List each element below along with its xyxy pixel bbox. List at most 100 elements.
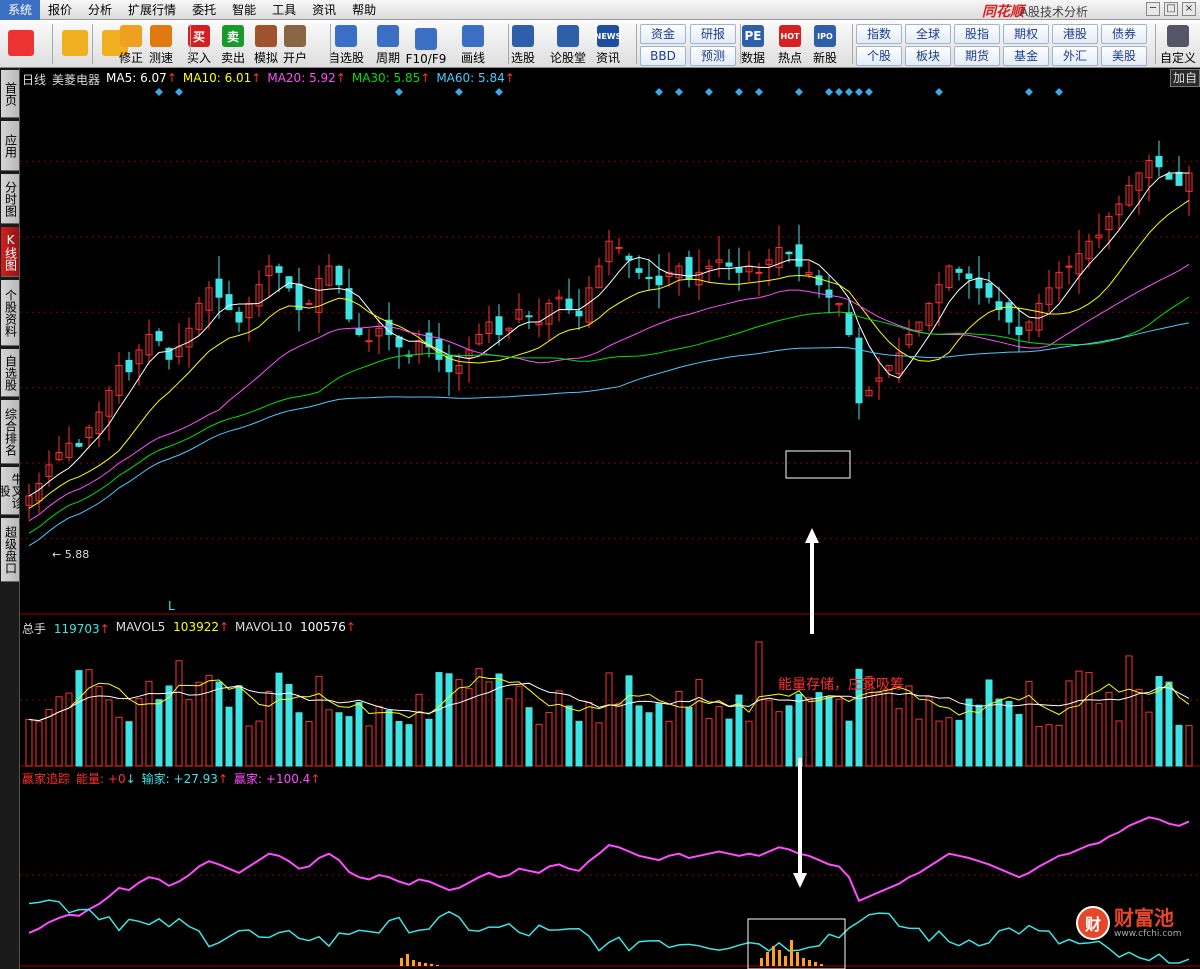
volume-bar [925, 696, 933, 767]
toolbar-custom-button[interactable]: 自定义 [1158, 22, 1198, 66]
mavol-line-10 [28, 682, 1190, 722]
minimize-icon[interactable]: ─ [1146, 2, 1160, 16]
quick-button-1[interactable]: 研报 [690, 24, 736, 44]
quick-button-0[interactable]: 资金 [640, 24, 686, 44]
add-button[interactable]: 加自 [1169, 69, 1200, 87]
kline-chart[interactable] [20, 68, 1200, 969]
toolbar-lock-button[interactable]: 开户 [280, 22, 310, 66]
energy-bar [814, 962, 817, 966]
toolbar-news-button[interactable]: NEWS 资讯 [586, 22, 630, 66]
volume-bar [375, 705, 383, 767]
market-button-8[interactable]: 期货 [954, 46, 1000, 66]
energy-bar [778, 950, 781, 966]
app-logo-icon[interactable] [6, 22, 36, 66]
quick-button-3[interactable]: 预测 [690, 46, 736, 66]
market-button-10[interactable]: 外汇 [1052, 46, 1098, 66]
menu-item-1[interactable]: 报价 [40, 0, 80, 20]
volume-bar [685, 706, 693, 767]
menu-item-4[interactable]: 委托 [184, 0, 224, 20]
sidebar-tab-1[interactable]: 应用 [1, 121, 19, 171]
volume-bar [995, 698, 1003, 767]
close-icon[interactable]: × [1182, 2, 1196, 16]
quick-button-2[interactable]: BBD [640, 46, 686, 66]
ma-value: 5.92 [309, 71, 336, 85]
sidebar-tab-2[interactable]: 分时图 [1, 174, 19, 224]
volume-bar [595, 722, 603, 767]
volume-bar [1035, 725, 1043, 767]
menu-item-6[interactable]: 工具 [264, 0, 304, 20]
toolbar-refresh-button[interactable]: 修正 [116, 22, 146, 66]
volume-legend-2: MAVOL10: 100576↑ [235, 620, 356, 634]
toolbar-forum-button[interactable]: 论股堂 [546, 22, 590, 66]
watermark-text: 财富池 www.cfchi.com [1114, 907, 1181, 939]
volume-bar [725, 718, 733, 767]
low-marker: L [168, 599, 175, 613]
market-button-1[interactable]: 全球 [905, 24, 951, 44]
market-button-4[interactable]: 港股 [1052, 24, 1098, 44]
market-button-3[interactable]: 期权 [1003, 24, 1049, 44]
toolbar-separator [190, 24, 191, 64]
market-button-0[interactable]: 指数 [856, 24, 902, 44]
menu-item-5[interactable]: 智能 [224, 0, 264, 20]
market-button-6[interactable]: 个股 [856, 46, 902, 66]
volume-bar [675, 690, 683, 767]
toolbar-label: 数据 [740, 51, 765, 65]
volume-legend: 总手: 119703↑ MAVOL5: 103922↑ MAVOL10: 10057… [22, 620, 356, 637]
sidebar-tab-5[interactable]: 自选股 [1, 349, 19, 397]
menu-item-0[interactable]: 系统 [0, 0, 41, 20]
ma-legend-ma20: MA20: 5.92↑ [267, 71, 346, 85]
toolbar-pencil-button[interactable]: 画线 [451, 22, 495, 66]
toolbar-separator [740, 24, 741, 64]
volume-bar [305, 721, 313, 767]
market-button-9[interactable]: 基金 [1003, 46, 1049, 66]
volume-bar [445, 673, 453, 767]
market-button-11[interactable]: 美股 [1101, 46, 1147, 66]
candle-body [345, 288, 353, 320]
toolbar-buy-button[interactable]: 买买入 [184, 22, 214, 66]
market-button-2[interactable]: 股指 [954, 24, 1000, 44]
sidebar-tab-6[interactable]: 综合排名 [1, 400, 19, 464]
sidebar-tab-0[interactable]: 首页 [1, 70, 19, 118]
toolbar-sell-button[interactable]: 卖卖出 [218, 22, 248, 66]
volume-bar [625, 675, 633, 767]
toolbar-label: 自选股 [327, 51, 364, 65]
back-arrow-icon[interactable] [60, 22, 90, 66]
candle-body [815, 275, 823, 286]
toolbar-ipo-button[interactable]: IPO 新股 [803, 22, 847, 66]
market-button-7[interactable]: 板块 [905, 46, 951, 66]
volume-bar [955, 719, 963, 767]
sidebar-tab-8[interactable]: 超级盘口 [1, 518, 19, 582]
signal-diamond [1025, 88, 1033, 96]
volume-bar [565, 705, 573, 767]
sidebar-tab-3[interactable]: K线图 [1, 227, 19, 277]
sidebar-tab-7[interactable]: 牛叉诊股 [0, 467, 24, 515]
volume-bar [765, 699, 773, 767]
volume-bar [285, 683, 293, 767]
sidebar-tab-4[interactable]: 个股资料 [1, 280, 19, 346]
volume-bar [575, 720, 583, 767]
menu-item-2[interactable]: 分析 [80, 0, 120, 20]
toolbar-f10-button[interactable]: F10/F9 [404, 22, 448, 66]
ma-line-20 [28, 263, 1190, 522]
candle-body [305, 302, 313, 305]
toolbar-speed-test-button[interactable]: 测速 [146, 22, 176, 66]
market-button-5[interactable]: 债券 [1101, 24, 1147, 44]
toolbar-gavel-button[interactable]: 模拟 [251, 22, 281, 66]
candle-body [525, 315, 533, 318]
arrow-up-icon: ↑ [251, 71, 262, 85]
volume-bar [325, 709, 333, 767]
candle-body [965, 273, 973, 280]
candle-body [275, 266, 283, 273]
indicator-item-name: 能量 [76, 772, 101, 786]
chart-area[interactable]: 日线 美菱电器 MA5: 6.07↑ MA10: 6.01↑ MA20: 5.92↑… [20, 68, 1200, 969]
candle-body [1005, 302, 1013, 323]
menu-item-8[interactable]: 帮助 [344, 0, 384, 20]
maximize-icon[interactable]: □ [1164, 2, 1178, 16]
menu-item-7[interactable]: 资讯 [304, 0, 344, 20]
volume-bar [535, 723, 543, 767]
app-logo-icon-glyph [8, 30, 34, 56]
volume-bar [665, 720, 673, 767]
menu-item-3[interactable]: 扩展行情 [120, 0, 184, 20]
volume-bar [1125, 655, 1133, 767]
candle-body [355, 327, 363, 335]
